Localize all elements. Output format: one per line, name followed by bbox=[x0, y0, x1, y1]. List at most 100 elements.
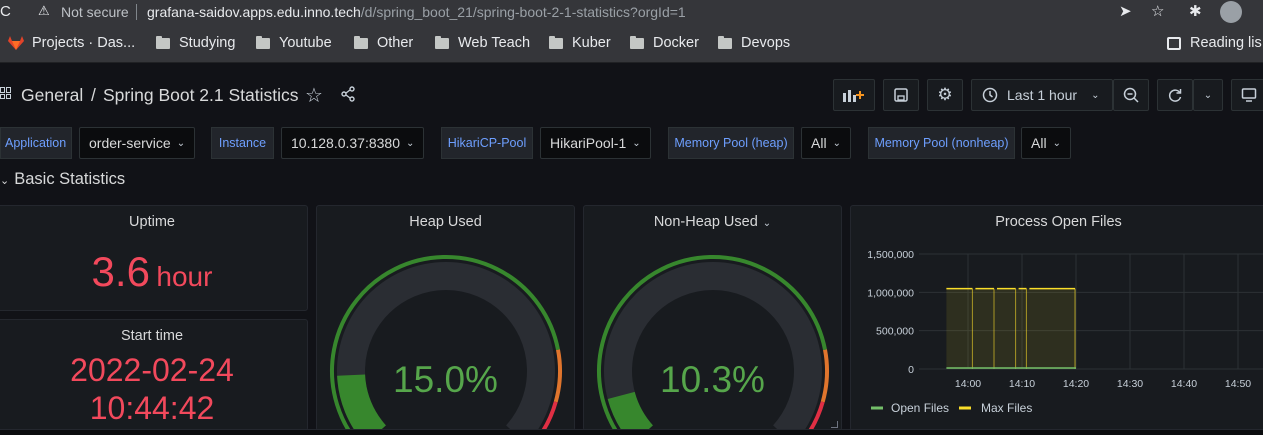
chevron-down-icon: ⌄ bbox=[1091, 89, 1100, 101]
legend-label-max-files[interactable]: Max Files bbox=[981, 401, 1032, 415]
refresh-button[interactable] bbox=[1157, 79, 1193, 111]
x-tick-label: 14:00 bbox=[955, 378, 981, 390]
y-tick-label: 500,000 bbox=[876, 326, 914, 338]
folder-icon bbox=[549, 35, 563, 49]
chevron-down-icon: ⌄ bbox=[1052, 137, 1061, 149]
bookmark-web-teach[interactable]: Web Teach bbox=[435, 35, 530, 51]
reload-icon[interactable]: C bbox=[0, 1, 14, 23]
refresh-icon bbox=[1168, 89, 1182, 102]
browser-address-bar: C ⚠ Not secure grafana-saidov.apps.edu.i… bbox=[0, 0, 1263, 24]
variable-select-application[interactable]: order-service ⌄ bbox=[79, 127, 196, 159]
variable-value: 10.128.0.37:8380 bbox=[291, 135, 400, 151]
resize-handle[interactable] bbox=[831, 421, 838, 428]
star-icon[interactable]: ☆ bbox=[305, 83, 323, 108]
y-tick-label: 1,500,000 bbox=[867, 249, 914, 261]
security-label[interactable]: Not secure bbox=[61, 4, 129, 20]
variable-select-instance[interactable]: 10.128.0.37:8380 ⌄ bbox=[281, 127, 425, 159]
tv-mode-button[interactable] bbox=[1231, 79, 1263, 111]
heap-gauge-value: 15.0% bbox=[393, 359, 498, 400]
max-files-area bbox=[946, 288, 1076, 369]
bookmark-label: Youtube bbox=[279, 35, 332, 51]
send-icon[interactable]: ➤ bbox=[1119, 2, 1132, 20]
nonheap-gauge-track bbox=[604, 262, 822, 430]
x-tick-label: 14:10 bbox=[1009, 378, 1035, 390]
heap-gauge bbox=[330, 255, 562, 430]
variable-label-memory-pool-heap: Memory Pool (heap) bbox=[668, 127, 794, 159]
y-tick-label: 0 bbox=[908, 364, 914, 376]
bookmarks-bar: Projects · Das... Studying Youtube Other… bbox=[0, 24, 1263, 63]
panel-title: Start time bbox=[120, 328, 184, 344]
open-files-chart: 1,500,000 1,000,000 500,000 0 14:00 14:10 14:2… bbox=[867, 249, 1263, 415]
y-tick-label: 1,000,000 bbox=[867, 287, 914, 299]
uptime-stat: 3.6 hour bbox=[0, 248, 307, 296]
url-host: grafana-saidov.apps.edu.inno.tech bbox=[147, 4, 361, 20]
variable-label-hikaricp-pool: HikariCP-Pool bbox=[441, 127, 533, 159]
zoom-out-button[interactable] bbox=[1113, 79, 1149, 111]
bookmark-label: Web Teach bbox=[458, 35, 531, 51]
refresh-interval-dropdown[interactable]: ⌄ bbox=[1193, 79, 1223, 111]
legend-label-open-files[interactable]: Open Files bbox=[891, 401, 949, 415]
settings-button[interactable]: ⚙ bbox=[927, 79, 963, 111]
bookmark-other[interactable]: Other bbox=[354, 35, 413, 51]
chevron-down-icon: ⌄ bbox=[832, 137, 841, 149]
share-icon[interactable] bbox=[340, 86, 356, 102]
gear-icon: ⚙ bbox=[937, 85, 953, 104]
bookmark-docker[interactable]: Docker bbox=[630, 35, 699, 51]
panel-start-time[interactable]: Start time 2022-02-24 10:44:42 bbox=[0, 319, 308, 431]
panel-title: Heap Used bbox=[409, 214, 482, 230]
panel-uptime[interactable]: Uptime 3.6 hour bbox=[0, 205, 308, 311]
folder-icon bbox=[256, 35, 270, 49]
variable-value: HikariPool-1 bbox=[550, 135, 627, 151]
x-tick-label: 14:20 bbox=[1063, 378, 1089, 390]
bookmark-studying[interactable]: Studying bbox=[156, 35, 235, 51]
x-tick-label: 14:40 bbox=[1171, 378, 1197, 390]
profile-avatar[interactable] bbox=[1220, 1, 1242, 23]
breadcrumb-folder[interactable]: General bbox=[21, 85, 83, 106]
variable-select-memory-pool-nonheap[interactable]: All ⌄ bbox=[1021, 127, 1071, 159]
reading-list-label: Reading lis bbox=[1190, 35, 1262, 51]
bookmark-label: Studying bbox=[179, 35, 236, 51]
warning-icon[interactable]: ⚠ bbox=[38, 3, 50, 19]
star-bookmark-icon[interactable]: ☆ bbox=[1151, 2, 1164, 20]
variable-value: All bbox=[1031, 135, 1047, 151]
variable-select-memory-pool-heap[interactable]: All ⌄ bbox=[801, 127, 851, 159]
reading-list[interactable]: Reading lis bbox=[1167, 35, 1262, 51]
address-divider bbox=[136, 4, 137, 20]
dashboard-header: General / Spring Boot 2.1 Statistics ☆ ⚙… bbox=[0, 63, 1263, 127]
time-range-label: Last 1 hour bbox=[1007, 87, 1078, 103]
uptime-value: 3.6 bbox=[91, 248, 150, 295]
bookmark-kuber[interactable]: Kuber bbox=[549, 35, 611, 51]
bookmark-devops[interactable]: Devops bbox=[718, 35, 790, 51]
breadcrumb-separator: / bbox=[91, 85, 96, 105]
panel-heap-used[interactable]: Heap Used 15.0% bbox=[316, 205, 575, 431]
url-field[interactable]: grafana-saidov.apps.edu.inno.tech/d/spri… bbox=[147, 4, 686, 20]
variable-select-hikaricp-pool[interactable]: HikariPool-1 ⌄ bbox=[540, 127, 651, 159]
nonheap-gauge-value: 10.3% bbox=[660, 359, 765, 400]
bookmark-projects[interactable]: Projects · Das... bbox=[8, 35, 135, 51]
bookmark-youtube[interactable]: Youtube bbox=[256, 35, 332, 51]
folder-icon bbox=[630, 35, 644, 49]
chevron-down-icon: ⌄ bbox=[1203, 89, 1213, 101]
folder-icon bbox=[354, 35, 368, 49]
chevron-down-icon: ⌄ bbox=[406, 137, 415, 149]
gitlab-icon bbox=[8, 36, 24, 50]
save-dashboard-button[interactable] bbox=[883, 79, 919, 111]
dashboard-title[interactable]: Spring Boot 2.1 Statistics bbox=[103, 85, 299, 106]
panel-title: Non-Heap Used bbox=[653, 214, 758, 230]
reading-list-icon bbox=[1167, 36, 1181, 50]
chevron-down-icon: ⌄ bbox=[632, 137, 641, 149]
bookmark-label: Kuber bbox=[572, 35, 611, 51]
dashboards-grid-icon[interactable] bbox=[0, 87, 11, 99]
add-panel-icon bbox=[843, 90, 864, 102]
panel-bottom-edge bbox=[0, 429, 1263, 435]
row-header[interactable]: ⌄ Basic Statistics bbox=[0, 170, 125, 189]
heap-gauge-track bbox=[337, 262, 555, 430]
add-panel-button[interactable] bbox=[833, 79, 875, 111]
panel-nonheap-used[interactable]: Non-Heap Used ⌄ 10.3% bbox=[583, 205, 842, 431]
chevron-down-icon: ⌄ bbox=[176, 137, 186, 149]
x-tick-label: 14:50 bbox=[1225, 378, 1251, 390]
time-range-picker[interactable]: Last 1 hour ⌄ bbox=[971, 79, 1113, 111]
panel-process-open-files[interactable]: Process Open Files 1,500,000 1,000,000 500… bbox=[850, 205, 1263, 431]
extensions-icon[interactable]: ✱ bbox=[1189, 2, 1202, 20]
panel-title-container[interactable]: Non-Heap Used ⌄ bbox=[584, 214, 841, 230]
